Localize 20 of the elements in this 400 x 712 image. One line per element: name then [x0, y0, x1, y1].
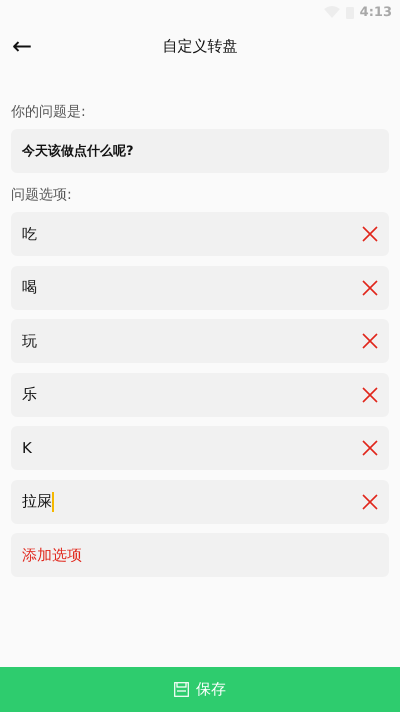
question-field[interactable]: 今天该做点什么呢?: [11, 129, 389, 173]
option-field[interactable]: 玩: [11, 319, 389, 363]
save-icon: [174, 682, 189, 697]
close-icon[interactable]: [362, 333, 378, 349]
close-icon[interactable]: [362, 226, 378, 242]
close-icon[interactable]: [362, 440, 378, 456]
option-field[interactable]: K: [11, 426, 389, 470]
option-field[interactable]: 乐: [11, 372, 389, 416]
close-icon[interactable]: [362, 386, 378, 402]
question-label: 你的问题是:: [11, 103, 86, 121]
option-field[interactable]: 拉屎: [11, 480, 389, 524]
close-icon[interactable]: [362, 494, 378, 510]
add-option-button[interactable]: 添加选项: [11, 533, 389, 577]
back-button[interactable]: ←: [12, 34, 32, 58]
status-time: 4:13: [360, 4, 392, 20]
close-icon[interactable]: [362, 280, 378, 296]
option-field[interactable]: 喝: [11, 266, 389, 310]
options-label: 问题选项:: [11, 186, 72, 204]
page-title: 自定义转盘: [162, 36, 238, 56]
option-field[interactable]: 吃: [11, 212, 389, 256]
